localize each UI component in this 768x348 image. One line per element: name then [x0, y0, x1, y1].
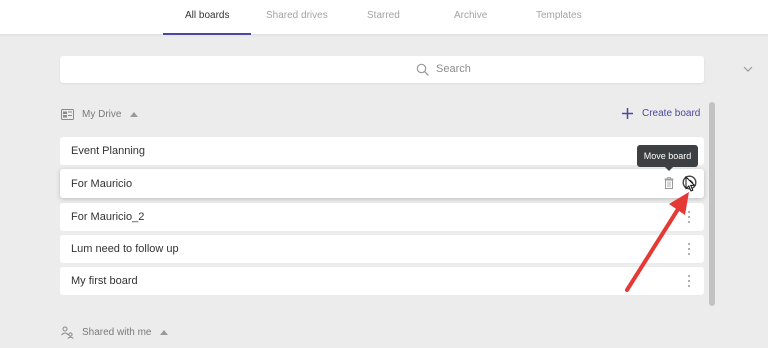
search-label: Search	[436, 63, 471, 75]
create-board-label: Create board	[642, 108, 701, 119]
my-drive-label: My Drive	[82, 109, 122, 120]
board-row-event-planning[interactable]: Event Planning	[60, 137, 704, 165]
board-name: For Mauricio	[71, 178, 133, 190]
caret-up-icon[interactable]	[130, 112, 139, 117]
board-row-my-first-board[interactable]: My first board	[60, 267, 704, 295]
scrollbar-thumb[interactable]	[709, 102, 715, 306]
search-icon	[416, 63, 429, 76]
kebab-icon[interactable]	[687, 243, 691, 256]
board-name: Lum need to follow up	[71, 243, 179, 255]
tab-templates[interactable]: Templates	[536, 10, 582, 21]
tooltip-pointer	[665, 167, 673, 171]
cursor-icon	[685, 176, 696, 192]
board-name: For Mauricio_2	[71, 211, 145, 223]
tab-all-boards[interactable]: All boards	[185, 10, 229, 21]
board-row-for-mauricio-2[interactable]: For Mauricio_2	[60, 203, 704, 231]
tab-archive[interactable]: Archive	[454, 10, 487, 21]
my-drive-header[interactable]: My Drive	[61, 109, 139, 120]
tab-shared-drives[interactable]: Shared drives	[266, 10, 328, 21]
create-board-button[interactable]: Create board	[622, 108, 700, 119]
move-board-tooltip: Move board	[637, 145, 698, 167]
shared-people-icon	[61, 326, 74, 339]
kebab-icon[interactable]	[687, 211, 691, 224]
board-row-lum-need-to-follow-up[interactable]: Lum need to follow up	[60, 235, 704, 263]
kebab-icon[interactable]	[687, 275, 691, 288]
tab-starred[interactable]: Starred	[367, 10, 400, 21]
shared-with-me-label: Shared with me	[82, 327, 152, 338]
top-nav: All boards Shared drives Starred Archive…	[0, 0, 768, 35]
active-tab-indicator	[163, 33, 251, 35]
plus-icon	[622, 108, 633, 119]
caret-up-icon[interactable]	[160, 330, 169, 335]
board-name: My first board	[71, 275, 138, 287]
chevron-down-icon[interactable]	[743, 66, 753, 73]
board-row-for-mauricio[interactable]: For Mauricio	[60, 169, 704, 198]
trash-icon[interactable]	[664, 177, 674, 189]
shared-with-me-header[interactable]: Shared with me	[61, 326, 169, 339]
search-bar[interactable]: Search	[60, 56, 753, 83]
drive-icon	[61, 109, 74, 120]
board-name: Event Planning	[71, 145, 145, 157]
